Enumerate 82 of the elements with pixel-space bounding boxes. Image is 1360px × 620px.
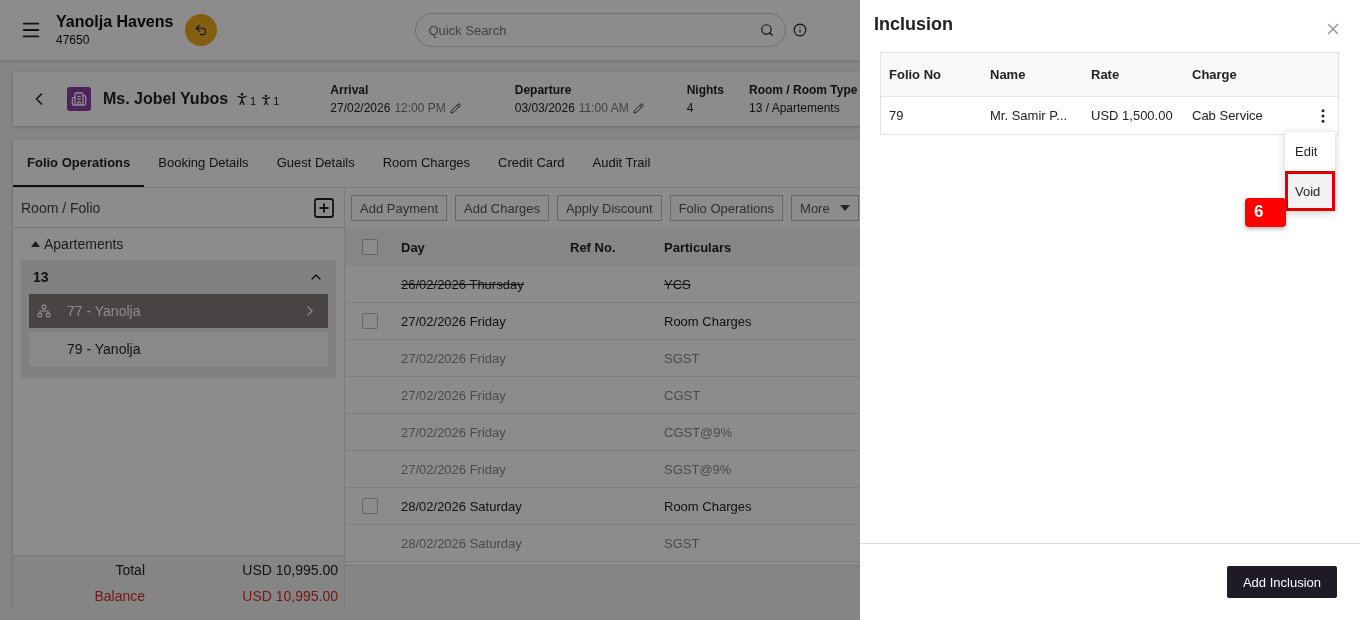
table-cell-text: Room Charges xyxy=(664,313,753,329)
panel-title: Room / Folio xyxy=(21,199,101,216)
toolbar-button[interactable]: Add Charges xyxy=(455,195,549,221)
building-icon xyxy=(67,87,91,111)
checkbox[interactable] xyxy=(362,313,378,329)
table-cell-text: 27/02/2026 Friday xyxy=(401,313,507,329)
menu-item[interactable]: Edit xyxy=(1285,131,1335,171)
table-cell-text: 79 xyxy=(889,108,905,123)
column-header: Folio No xyxy=(889,67,942,82)
info-label: Room / Room Type xyxy=(749,83,858,97)
tab[interactable]: Guest Details xyxy=(262,140,369,187)
date-text: 03/03/2026 xyxy=(514,101,575,115)
table-cell-text: 26/02/2026 Thursday xyxy=(401,276,525,292)
add-icon[interactable] xyxy=(312,195,336,220)
total-value: USD 10,995.00 xyxy=(241,588,338,604)
step-badge: 6 xyxy=(1245,198,1286,227)
table-cell-text: CGST xyxy=(664,387,702,403)
menu-item[interactable]: Void xyxy=(1285,171,1335,211)
hotel-name: Yanolja Havens xyxy=(56,13,174,31)
table-cell-text: Mr. Samir P... xyxy=(990,108,1069,123)
tab[interactable]: Room Charges xyxy=(368,140,485,187)
drawer-title: Inclusion xyxy=(874,14,953,35)
more-dropdown[interactable]: More xyxy=(791,195,859,221)
tab[interactable]: Credit Card xyxy=(484,140,579,187)
table-cell-text: 27/02/2026 Friday xyxy=(401,350,507,366)
room-number: 13 xyxy=(33,269,49,285)
table-cell-text: USD 1,500.00 xyxy=(1091,108,1174,123)
checkbox[interactable] xyxy=(362,498,378,514)
add-inclusion-button[interactable]: Add Inclusion xyxy=(1226,566,1337,598)
folio-item[interactable]: 79 - Yanolja xyxy=(29,332,328,366)
hotel-code: 47650 xyxy=(56,33,91,47)
total-label: Balance xyxy=(93,588,145,604)
table-cell-text: SGST xyxy=(664,535,701,551)
group-toggle[interactable]: Apartements xyxy=(13,228,344,260)
table-cell-text: Cab Service xyxy=(1192,108,1264,123)
table-cell-text: SGST xyxy=(664,350,701,366)
search-field[interactable]: Quick Search xyxy=(415,13,787,47)
table-cell-text: Room Charges xyxy=(664,498,753,514)
column-header: Particulars xyxy=(664,239,733,255)
table-cell-text: 28/02/2026 Saturday xyxy=(401,535,523,551)
info-label: Departure xyxy=(514,83,573,97)
toolbar-button[interactable]: Add Payment xyxy=(351,195,448,221)
table-cell-text: 27/02/2026 Friday xyxy=(401,461,507,477)
caret-icon xyxy=(839,205,850,211)
triangle-icon xyxy=(31,241,40,247)
child-count: 1 xyxy=(273,95,280,107)
info-value: 13 / Apartements xyxy=(749,101,841,115)
folio-item[interactable]: 77 - Yanolja xyxy=(29,294,328,328)
edit-icon[interactable] xyxy=(632,102,644,114)
total-value: USD 10,995.00 xyxy=(241,562,338,578)
adult-count: 1 xyxy=(250,95,257,107)
toolbar-button[interactable]: Apply Discount xyxy=(556,195,662,221)
guest-name: Ms. Jobel Yubos xyxy=(103,90,229,108)
table-cell-text: SGST@9% xyxy=(664,461,733,477)
info-label: Nights xyxy=(686,83,724,97)
tab[interactable]: Folio Operations xyxy=(13,140,145,187)
table-cell-text: 27/02/2026 Friday xyxy=(401,424,507,440)
column-header: Charge xyxy=(1192,67,1238,82)
undo-button[interactable] xyxy=(185,14,218,46)
checkbox[interactable] xyxy=(362,239,378,255)
tab[interactable]: Audit Trail xyxy=(578,140,665,187)
total-label: Total xyxy=(114,562,145,578)
undo-icon xyxy=(194,23,209,37)
tab[interactable]: Booking Details xyxy=(144,140,263,187)
info-value: 4 xyxy=(686,101,695,115)
info-label: Arrival xyxy=(330,83,370,97)
column-header: Name xyxy=(990,67,1027,82)
time-text: 12:00 PM xyxy=(394,101,446,115)
column-header: Ref No. xyxy=(570,239,617,255)
table-cell-text: 27/02/2026 Friday xyxy=(401,387,507,403)
table-cell-text: YCS xyxy=(664,276,692,292)
table-cell-text: CGST@9% xyxy=(664,424,734,440)
time-text: 11:00 AM xyxy=(578,101,629,115)
table-cell-text: 28/02/2026 Saturday xyxy=(401,498,523,514)
info-icon[interactable] xyxy=(793,23,808,37)
network-icon xyxy=(37,304,51,318)
search-icon[interactable] xyxy=(760,23,775,37)
date-text: 27/02/2026 xyxy=(330,101,391,115)
toolbar-button[interactable]: Folio Operations xyxy=(669,195,784,221)
edit-icon[interactable] xyxy=(449,102,461,114)
column-header: Day xyxy=(401,239,426,255)
column-header: Rate xyxy=(1091,67,1121,82)
